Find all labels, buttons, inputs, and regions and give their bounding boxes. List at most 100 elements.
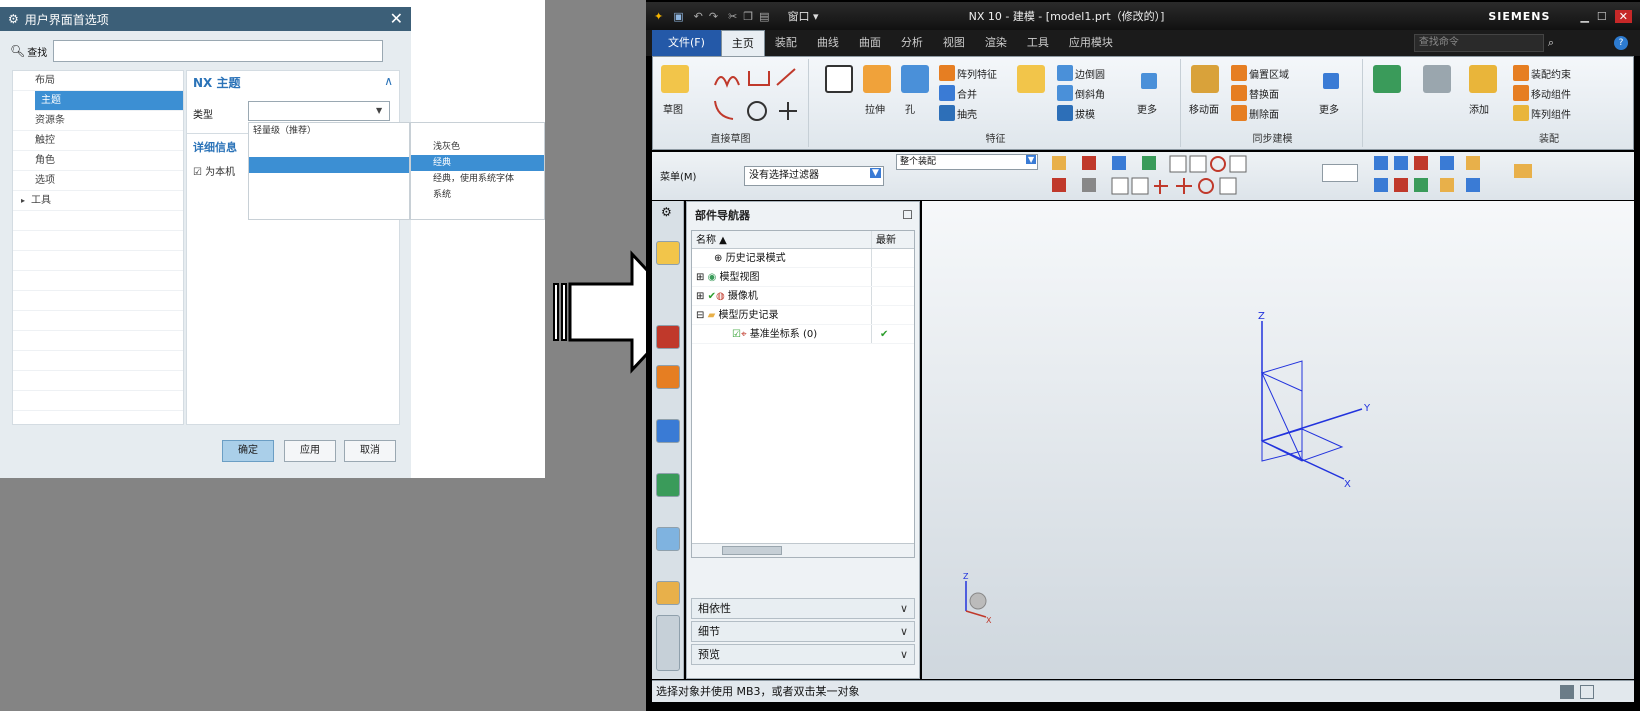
hole-icon[interactable] — [901, 65, 929, 93]
tab-curve[interactable]: 曲线 — [807, 30, 849, 56]
dropdown-option-selected[interactable]: 经典 — [411, 155, 544, 171]
checkbox-icon[interactable]: ☑ — [732, 329, 741, 340]
horizontal-scrollbar[interactable] — [692, 543, 914, 557]
expand-icon[interactable]: ⊞ — [696, 272, 704, 283]
sketch-curve-tools-icon[interactable] — [709, 65, 805, 125]
edge-blend-label[interactable]: 边倒圆 — [1075, 66, 1105, 81]
unite-label[interactable]: 合并 — [957, 86, 977, 101]
scrollbar-thumb[interactable] — [722, 546, 782, 555]
nav-item[interactable]: 布局 — [13, 71, 183, 91]
datum-csys-graphic[interactable]: Z Y X — [1252, 311, 1392, 491]
view-tools-icon[interactable] — [1374, 154, 1594, 198]
chevron-down-icon[interactable]: ▼ — [870, 168, 881, 178]
tab-view[interactable]: 视图 — [933, 30, 975, 56]
tab-analysis[interactable]: 分析 — [891, 30, 933, 56]
dropdown-option[interactable]: 浅灰色 — [411, 139, 544, 155]
replace-face-label[interactable]: 替换面 — [1249, 86, 1279, 101]
extrude-datum-icon[interactable] — [825, 65, 853, 93]
layer-select[interactable] — [1322, 164, 1358, 182]
offset-region-icon[interactable] — [1231, 65, 1247, 81]
dropdown-option-highlight[interactable] — [249, 157, 409, 173]
copy-icon[interactable]: ❐ — [743, 10, 753, 23]
dependencies-panel[interactable]: 相依性 ∨ — [691, 598, 915, 619]
delete-face-label[interactable]: 删除面 — [1249, 106, 1279, 121]
shell-label[interactable]: 抽壳 — [957, 106, 977, 121]
section-header-theme[interactable]: NX 主题 ∧ — [193, 74, 393, 91]
ok-button[interactable]: 确定 — [222, 440, 274, 462]
offset-region-label[interactable]: 偏置区域 — [1249, 66, 1289, 81]
move-face-icon[interactable] — [1191, 65, 1219, 93]
tab-surface[interactable]: 曲面 — [849, 30, 891, 56]
nav-item[interactable]: ▸ 工具 — [13, 191, 183, 211]
delete-face-icon[interactable] — [1231, 105, 1247, 121]
tree-row[interactable]: ⊕ 历史记录模式 — [692, 249, 914, 268]
more-feature-icon[interactable] — [1017, 65, 1045, 93]
undo-icon[interactable]: ↶ — [694, 10, 703, 23]
window-toggle-icon[interactable] — [1580, 685, 1594, 699]
tab-home[interactable]: 主页 — [720, 30, 765, 56]
search-input[interactable] — [53, 40, 384, 62]
pattern-feature-label[interactable]: 阵列特征 — [957, 66, 997, 81]
nav-item[interactable]: 触控 — [13, 131, 183, 151]
tree-row[interactable]: ☑⌖ 基准坐标系 (0) ✔ — [692, 325, 914, 344]
move-face-label[interactable]: 移动面 — [1189, 101, 1219, 116]
history-icon[interactable] — [656, 527, 680, 551]
system-material-icon[interactable] — [656, 581, 680, 605]
section2-title[interactable]: 详细信息 — [193, 139, 237, 155]
assembly-constraint-icon[interactable] — [1513, 65, 1529, 81]
shell-icon[interactable] — [939, 105, 955, 121]
sketch-icon[interactable] — [661, 65, 689, 93]
paste-icon[interactable]: ▤ — [759, 10, 769, 23]
pin-icon[interactable]: ☐ — [902, 208, 913, 222]
checkbox-icon[interactable]: ☑ — [193, 167, 202, 178]
extrude-icon[interactable] — [863, 65, 891, 93]
dropdown-option[interactable]: 系统 — [411, 187, 544, 203]
part-navigator-icon[interactable] — [656, 365, 680, 389]
edge-blend-icon[interactable] — [1057, 65, 1073, 81]
full-screen-icon[interactable] — [1560, 685, 1574, 699]
expand-icon[interactable]: ⊞ — [696, 291, 704, 302]
add-label[interactable]: 添加 — [1469, 101, 1489, 116]
graphics-window[interactable]: Z Y X Z X — [922, 201, 1634, 679]
cut-icon[interactable]: ✂ — [728, 10, 737, 23]
new-component-icon[interactable] — [1423, 65, 1451, 93]
save-icon[interactable]: ▣ — [673, 10, 683, 23]
pattern-component-label[interactable]: 阵列组件 — [1531, 106, 1571, 121]
redo-icon[interactable]: ↷ — [709, 10, 718, 23]
expand-icon[interactable]: ▸ — [21, 196, 25, 205]
nav-item-selected[interactable]: 主题 — [35, 91, 183, 111]
role-palette-icon[interactable] — [656, 615, 680, 671]
more-sync-label[interactable]: 更多 — [1319, 101, 1339, 116]
nav-item[interactable]: 资源条 — [13, 111, 183, 131]
tab-tools[interactable]: 工具 — [1017, 30, 1059, 56]
chamfer-icon[interactable] — [1057, 85, 1073, 101]
close-window-icon[interactable]: ✕ — [1614, 9, 1632, 23]
move-component-label[interactable]: 移动组件 — [1531, 86, 1571, 101]
close-icon[interactable]: ✕ — [390, 11, 403, 27]
chevron-down-icon[interactable]: ∨ — [900, 622, 908, 642]
tree-row[interactable]: ⊟ ▰ 模型历史记录 — [692, 306, 914, 325]
reuse-library-icon[interactable] — [656, 419, 680, 443]
tab-file[interactable]: 文件(F) — [652, 30, 721, 56]
tree-row[interactable]: ⊞ ✔◍ 摄像机 — [692, 287, 914, 306]
chevron-down-icon[interactable]: ▼ — [376, 106, 382, 115]
cancel-button[interactable]: 取消 — [344, 440, 396, 462]
minimize-icon[interactable]: ▁ — [1580, 10, 1588, 23]
preview-panel[interactable]: 预览 ∨ — [691, 644, 915, 665]
web-browser-icon[interactable] — [656, 473, 680, 497]
window-menu[interactable]: 窗口 ▾ — [788, 8, 819, 24]
tab-applications[interactable]: 应用模块 — [1059, 30, 1123, 56]
tab-render[interactable]: 渲染 — [975, 30, 1017, 56]
chevron-down-icon[interactable]: ∨ — [900, 599, 908, 619]
details-panel[interactable]: 细节 ∨ — [691, 621, 915, 642]
replace-face-icon[interactable] — [1231, 85, 1247, 101]
draft-icon[interactable] — [1057, 105, 1073, 121]
apply-button[interactable]: 应用 — [284, 440, 336, 462]
surface-icon[interactable] — [1373, 65, 1401, 93]
more-sync-icon[interactable] — [1323, 73, 1339, 89]
add-component-icon[interactable] — [1469, 65, 1497, 93]
chevron-down-icon[interactable]: ∨ — [900, 645, 908, 665]
draft-label[interactable]: 拔模 — [1075, 106, 1095, 121]
column-header-name[interactable]: 名称 ▲ — [692, 231, 872, 248]
theme-type-select[interactable] — [248, 101, 390, 121]
